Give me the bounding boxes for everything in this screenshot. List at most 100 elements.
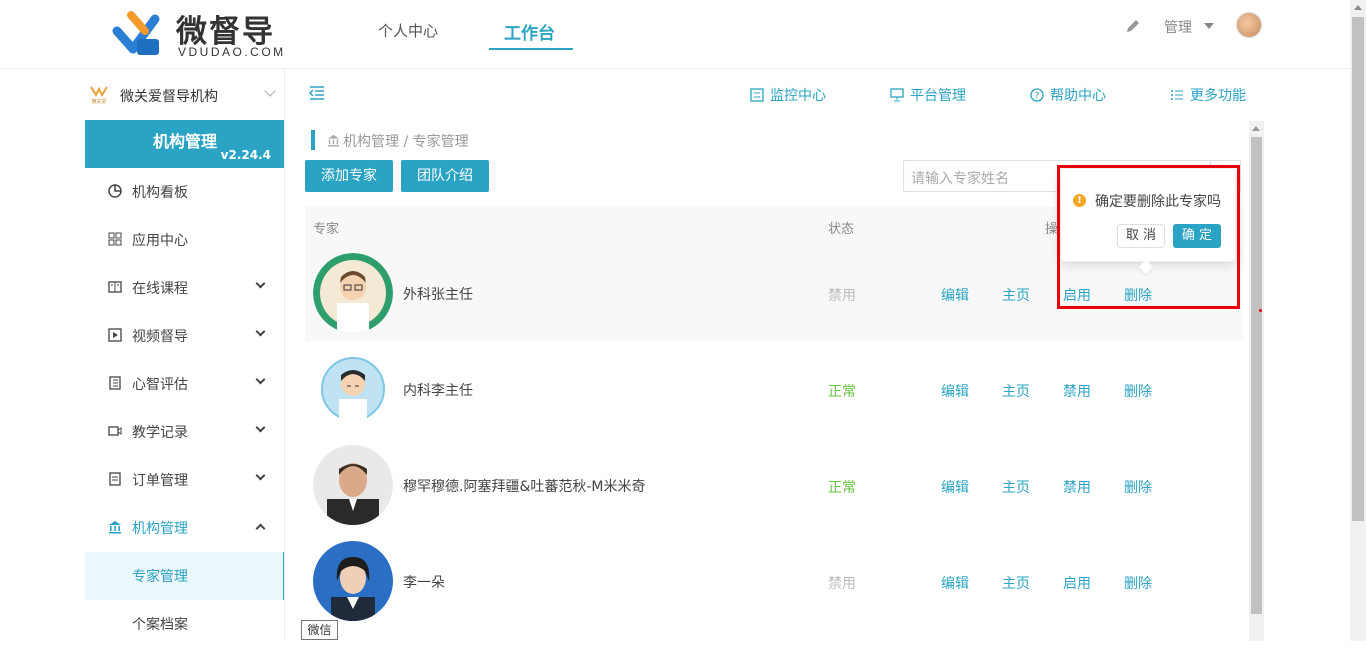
homepage-link[interactable]: 主页 bbox=[1002, 477, 1030, 497]
homepage-link[interactable]: 主页 bbox=[1002, 285, 1030, 305]
sidebar-item-order-management[interactable]: 订单管理 bbox=[85, 456, 285, 504]
expert-name: 李一朵 bbox=[403, 575, 445, 591]
toolbar-label: 帮助中心 bbox=[1050, 88, 1106, 104]
sidebar-header: 机构管理 v2.24.4 bbox=[85, 120, 285, 168]
status-badge: 正常 bbox=[828, 480, 856, 496]
collapse-sidebar-icon[interactable] bbox=[309, 86, 325, 100]
scroll-up-icon[interactable] bbox=[1354, 5, 1362, 10]
column-header-expert: 专家 bbox=[313, 222, 340, 237]
sidebar-subitem-label: 个案档案 bbox=[132, 617, 188, 633]
edit-link[interactable]: 编辑 bbox=[941, 573, 969, 593]
video-play-icon bbox=[108, 328, 122, 342]
toolbar-help-center[interactable]: ? 帮助中心 bbox=[1030, 85, 1106, 105]
org-name: 微关爱督导机构 bbox=[120, 89, 218, 105]
dashboard-icon bbox=[108, 184, 122, 198]
chevron-down-icon bbox=[255, 422, 266, 433]
sidebar-item-label: 应用中心 bbox=[132, 233, 188, 249]
sidebar-item-label: 教学记录 bbox=[132, 425, 188, 441]
grid-icon bbox=[108, 232, 122, 246]
chevron-down-icon bbox=[255, 278, 266, 289]
sidebar-item-mind-assessment[interactable]: 心智评估 bbox=[85, 360, 285, 408]
pencil-icon[interactable] bbox=[1125, 18, 1141, 34]
scroll-up-icon[interactable] bbox=[1252, 126, 1260, 131]
sidebar-item-dashboard[interactable]: 机构看板 bbox=[85, 168, 285, 216]
chevron-down-icon[interactable] bbox=[1204, 23, 1214, 29]
sidebar-divider bbox=[284, 69, 285, 641]
edit-link[interactable]: 编辑 bbox=[941, 477, 969, 497]
highlight-box bbox=[1057, 165, 1240, 309]
table-scrollbar[interactable] bbox=[1249, 121, 1264, 641]
bank-icon bbox=[327, 134, 340, 147]
toolbar-label: 更多功能 bbox=[1190, 88, 1246, 104]
chevron-down-icon[interactable] bbox=[264, 85, 276, 97]
edit-link[interactable]: 编辑 bbox=[941, 381, 969, 401]
book-icon bbox=[108, 281, 122, 293]
table-row: 李一朵 禁用 编辑 主页 启用 删除 bbox=[305, 533, 1243, 629]
expert-name: 内科李主任 bbox=[403, 383, 473, 399]
chevron-up-icon bbox=[255, 523, 266, 534]
scrollbar-thumb[interactable] bbox=[1352, 17, 1364, 521]
clipboard-icon bbox=[109, 376, 121, 390]
delete-link[interactable]: 删除 bbox=[1124, 381, 1152, 401]
sidebar-item-label: 在线课程 bbox=[132, 281, 188, 297]
monitor-list-icon bbox=[750, 88, 764, 102]
sidebar-subitem-label: 专家管理 bbox=[132, 569, 188, 585]
enable-link[interactable]: 启用 bbox=[1063, 573, 1091, 593]
svg-text:微关爱: 微关爱 bbox=[91, 98, 106, 105]
sidebar-item-label: 订单管理 bbox=[132, 473, 188, 489]
disable-link[interactable]: 禁用 bbox=[1063, 381, 1091, 401]
svg-text:?: ? bbox=[1035, 92, 1040, 102]
tab-personal-center[interactable]: 个人中心 bbox=[378, 20, 438, 41]
sidebar-item-video-supervision[interactable]: 视频督导 bbox=[85, 312, 285, 360]
sidebar-item-org-management[interactable]: 机构管理 bbox=[85, 504, 285, 552]
chevron-down-icon bbox=[255, 326, 266, 337]
disable-link[interactable]: 禁用 bbox=[1063, 477, 1091, 497]
sidebar-item-teaching-records[interactable]: 教学记录 bbox=[85, 408, 285, 456]
sidebar-item-online-courses[interactable]: 在线课程 bbox=[85, 264, 285, 312]
bank-icon bbox=[109, 521, 121, 534]
receipt-icon bbox=[109, 472, 121, 486]
homepage-link[interactable]: 主页 bbox=[1002, 381, 1030, 401]
cursor-dot bbox=[1259, 309, 1262, 312]
expert-name: 穆罕穆德.阿塞拜疆&吐蕃范秋-M米米奇 bbox=[403, 479, 646, 495]
toolbar-label: 监控中心 bbox=[770, 88, 826, 104]
toolbar-monitor-center[interactable]: 监控中心 bbox=[750, 85, 826, 105]
add-expert-button[interactable]: 添加专家 bbox=[305, 160, 393, 192]
toolbar-platform-management[interactable]: 平台管理 bbox=[890, 85, 966, 105]
sidebar-item-label: 机构看板 bbox=[132, 185, 188, 201]
sidebar-subitem-expert-management[interactable]: 专家管理 bbox=[85, 552, 285, 600]
avatar bbox=[313, 541, 393, 621]
tab-workbench[interactable]: 工作台 bbox=[504, 19, 555, 44]
breadcrumb: 机构管理 / 专家管理 bbox=[327, 131, 469, 151]
edit-link[interactable]: 编辑 bbox=[941, 285, 969, 305]
sidebar-item-label: 机构管理 bbox=[132, 521, 188, 537]
delete-link[interactable]: 删除 bbox=[1124, 477, 1152, 497]
brand-subtitle: VDUDAO.COM bbox=[178, 45, 286, 59]
search-input[interactable]: 请输入专家姓名 bbox=[911, 168, 1009, 188]
help-circle-icon: ? bbox=[1030, 88, 1044, 102]
window-scrollbar[interactable] bbox=[1350, 0, 1366, 641]
avatar bbox=[313, 445, 393, 525]
sidebar-item-label: 视频督导 bbox=[132, 329, 188, 345]
avatar bbox=[313, 349, 393, 429]
breadcrumb-text[interactable]: 机构管理 / 专家管理 bbox=[343, 134, 469, 150]
delete-link[interactable]: 删除 bbox=[1124, 573, 1152, 593]
status-badge: 禁用 bbox=[828, 576, 856, 592]
avatar[interactable] bbox=[1236, 12, 1262, 38]
homepage-link[interactable]: 主页 bbox=[1002, 573, 1030, 593]
user-menu-label[interactable]: 管理 bbox=[1164, 17, 1192, 37]
expert-name: 外科张主任 bbox=[403, 287, 473, 303]
toolbar-more-functions[interactable]: 更多功能 bbox=[1170, 85, 1246, 105]
camera-icon bbox=[108, 426, 122, 436]
list-icon bbox=[1171, 90, 1183, 100]
sidebar-item-label: 心智评估 bbox=[132, 377, 188, 393]
status-badge: 禁用 bbox=[828, 288, 856, 304]
scrollbar-thumb[interactable] bbox=[1251, 137, 1262, 614]
team-intro-button[interactable]: 团队介绍 bbox=[401, 160, 489, 192]
active-tab-indicator bbox=[489, 48, 573, 50]
org-selector[interactable]: 微关爱 微关爱督导机构 bbox=[85, 80, 285, 110]
tooltip: 微信 bbox=[301, 620, 338, 640]
sidebar-item-app-center[interactable]: 应用中心 bbox=[85, 216, 285, 264]
top-header: 微督导 VDUDAO.COM 个人中心 工作台 管理 bbox=[0, 0, 1350, 69]
avatar bbox=[313, 253, 393, 333]
